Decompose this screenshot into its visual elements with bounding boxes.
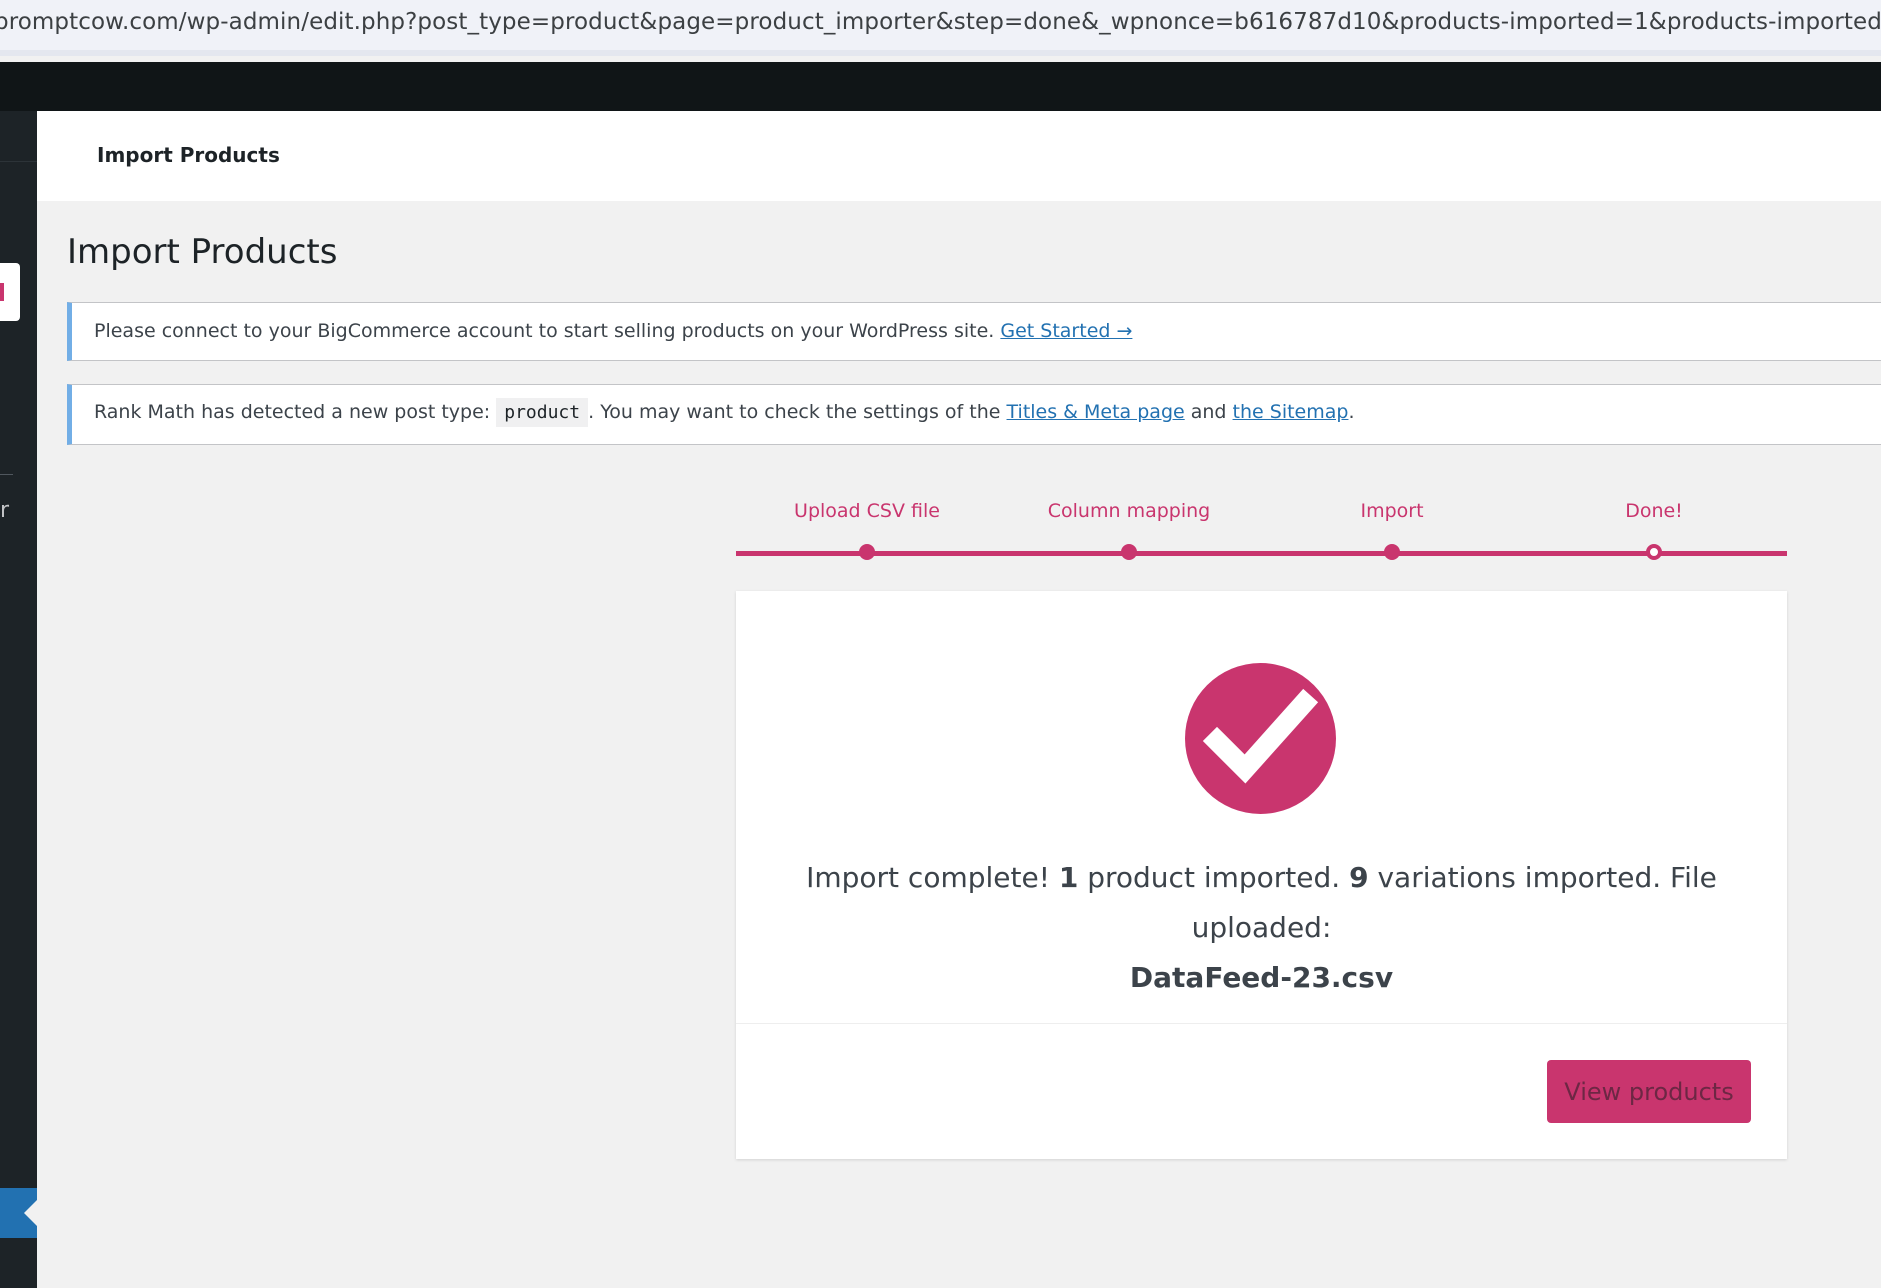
step-label: Column mapping — [1047, 500, 1211, 522]
step-done: Done! — [1524, 500, 1784, 560]
wp-admin-bar — [0, 62, 1881, 111]
sidebar-item-label[interactable]: r — [0, 498, 9, 523]
checkmark-icon — [1185, 663, 1336, 814]
uploaded-filename: DataFeed-23.csv — [1129, 961, 1394, 994]
step-label: Upload CSV file — [794, 500, 940, 522]
step-import: Import — [1262, 500, 1522, 560]
step-column-mapping: Column mapping — [999, 500, 1259, 560]
sidebar-divider — [0, 474, 13, 475]
result-text: product imported. — [1087, 861, 1341, 894]
sidebar-divider — [0, 161, 37, 162]
post-type-code: product — [496, 398, 589, 427]
sidebar-active-item[interactable] — [0, 263, 20, 321]
steps-progress-line — [736, 551, 1787, 556]
titles-meta-link[interactable]: Titles & Meta page — [1007, 401, 1185, 423]
rank-math-notice: Rank Math has detected a new post type: … — [67, 384, 1881, 445]
step-dot — [859, 544, 875, 560]
notice-text: Rank Math has detected a new post type: … — [94, 398, 1355, 427]
arrow-left-icon — [24, 1200, 37, 1226]
collapse-menu-button[interactable] — [0, 1188, 37, 1238]
view-products-button[interactable]: View products — [1547, 1060, 1751, 1123]
sitemap-link[interactable]: the Sitemap — [1233, 401, 1349, 423]
step-upload-csv: Upload CSV file — [737, 500, 997, 560]
notice-message: . — [1348, 401, 1355, 423]
page-title: Import Products — [67, 232, 338, 272]
step-label: Import — [1360, 500, 1424, 522]
get-started-link[interactable]: Get Started → — [1000, 320, 1132, 342]
card-divider — [736, 1023, 1787, 1024]
result-text: Import complete! — [806, 861, 1050, 894]
step-dot — [1384, 544, 1400, 560]
notice-text: Please connect to your BigCommerce accou… — [94, 320, 1132, 342]
import-steps: Upload CSV file Column mapping Import Do… — [736, 500, 1787, 560]
header-title: Import Products — [97, 143, 280, 167]
notice-message: Rank Math has detected a new post type: — [94, 401, 491, 423]
import-result-message: Import complete! 1 product imported. 9 v… — [736, 853, 1787, 1003]
browser-address-bar[interactable]: promptcow.com/wp-admin/edit.php?post_typ… — [0, 0, 1881, 56]
notice-message: Please connect to your BigCommerce accou… — [94, 320, 995, 342]
step-dot-current — [1646, 544, 1662, 560]
step-label: Done! — [1625, 500, 1683, 522]
import-result-card: Import complete! 1 product imported. 9 v… — [736, 591, 1787, 1159]
url-text[interactable]: promptcow.com/wp-admin/edit.php?post_typ… — [0, 9, 1881, 35]
step-dot — [1121, 544, 1137, 560]
page-header-bar: Import Products — [37, 111, 1881, 201]
variations-count: 9 — [1349, 861, 1369, 894]
bigcommerce-notice: Please connect to your BigCommerce accou… — [67, 302, 1881, 361]
notice-message: . You may want to check the settings of … — [588, 401, 1001, 423]
products-count: 1 — [1058, 861, 1079, 894]
admin-sidebar: r — [0, 111, 37, 1288]
notice-message: and — [1190, 401, 1227, 423]
